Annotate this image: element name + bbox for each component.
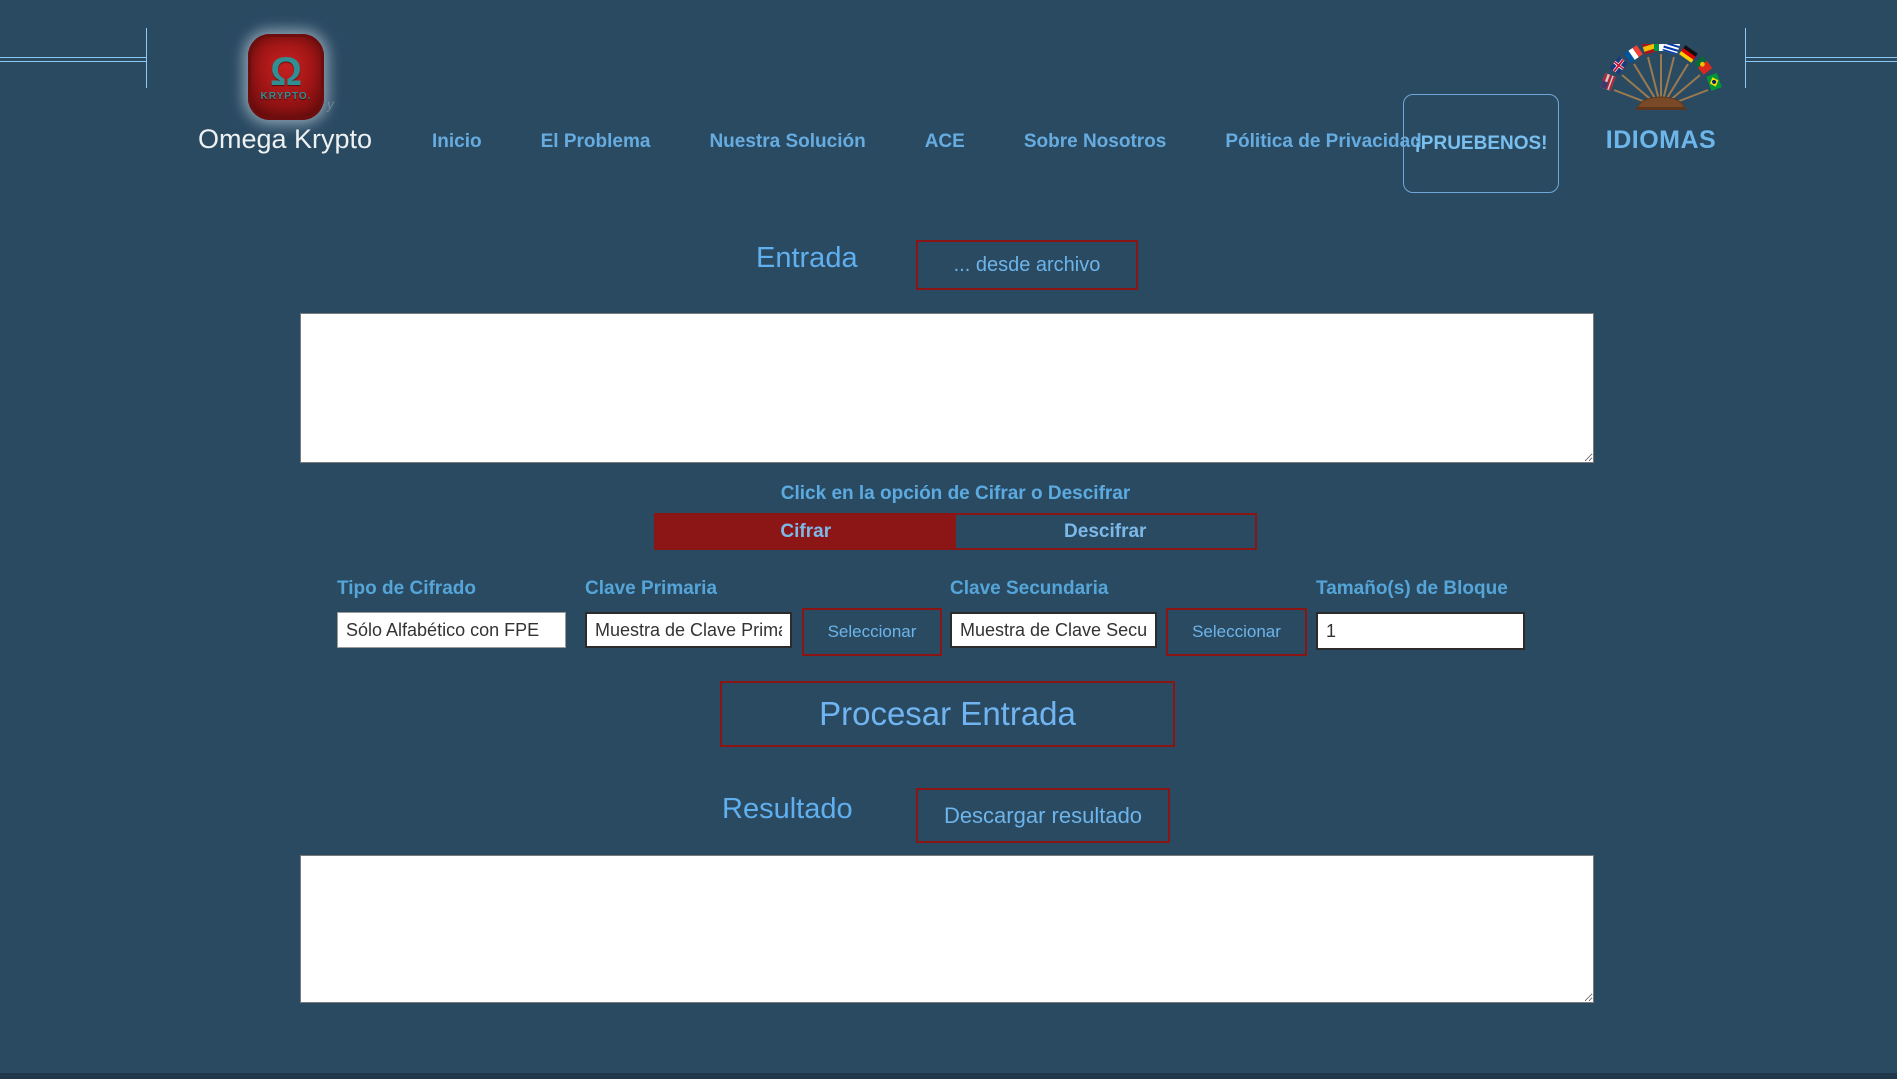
main-nav: Inicio El Problema Nuestra Solución ACE … xyxy=(432,131,1422,153)
entrada-title: Entrada xyxy=(756,242,858,275)
omega-krypto-page: Ω KRYPTO. y Omega Krypto Inicio El Probl… xyxy=(0,0,1897,1079)
decorative-line xyxy=(1746,61,1897,62)
decorative-line xyxy=(1745,28,1746,88)
decorative-line xyxy=(146,28,147,88)
nav-item-el-problema[interactable]: El Problema xyxy=(541,131,651,153)
input-textarea[interactable] xyxy=(300,313,1594,463)
primary-key-label: Clave Primaria xyxy=(585,578,717,600)
logo-suffix-text: y xyxy=(327,96,334,112)
result-textarea[interactable] xyxy=(300,855,1594,1003)
languages-flags-icon xyxy=(1598,44,1724,120)
omega-krypto-logo[interactable]: Ω KRYPTO. y xyxy=(248,34,324,120)
block-size-label: Tamaño(s) de Bloque xyxy=(1316,578,1508,600)
secondary-key-input[interactable] xyxy=(950,612,1157,648)
nav-item-politica-de-privacidad[interactable]: Pólitica de Privacidad xyxy=(1225,131,1421,153)
cipher-type-input[interactable] xyxy=(337,612,566,648)
mode-instruction: Click en la opción de Cifrar o Descifrar xyxy=(654,483,1257,505)
languages-selector[interactable]: IDIOMAS xyxy=(1598,44,1724,155)
nav-item-nuestra-solucion[interactable]: Nuestra Solución xyxy=(709,131,865,153)
secondary-key-label: Clave Secundaria xyxy=(950,578,1108,600)
cipher-mode-toggle: Cifrar Descifrar xyxy=(654,513,1257,550)
idiomas-label: IDIOMAS xyxy=(1606,126,1716,155)
from-file-button[interactable]: ... desde archivo xyxy=(916,240,1138,290)
download-result-button[interactable]: Descargar resultado xyxy=(916,788,1170,843)
block-size-input[interactable] xyxy=(1316,612,1525,650)
omega-symbol-icon: Ω xyxy=(270,53,302,91)
cipher-type-label: Tipo de Cifrado xyxy=(337,578,476,600)
cifrar-button[interactable]: Cifrar xyxy=(656,515,956,548)
descifrar-button[interactable]: Descifrar xyxy=(956,515,1256,548)
nav-item-ace[interactable]: ACE xyxy=(925,131,965,153)
secondary-key-select-button[interactable]: Seleccionar xyxy=(1166,608,1307,656)
primary-key-select-button[interactable]: Seleccionar xyxy=(802,608,942,656)
pruebenos-button[interactable]: ¡PRUEBENOS! xyxy=(1403,94,1559,193)
primary-key-input[interactable] xyxy=(585,612,792,648)
nav-item-sobre-nosotros[interactable]: Sobre Nosotros xyxy=(1024,131,1167,153)
decorative-line xyxy=(0,61,146,62)
nav-item-inicio[interactable]: Inicio xyxy=(432,131,482,153)
decorative-line xyxy=(1746,57,1897,58)
decorative-line xyxy=(0,57,146,58)
logo-krypto-text: KRYPTO. xyxy=(261,91,312,102)
footer-edge xyxy=(0,1073,1897,1079)
brand-title: Omega Krypto xyxy=(198,124,378,155)
process-input-button[interactable]: Procesar Entrada xyxy=(720,681,1175,747)
resultado-title: Resultado xyxy=(722,793,853,826)
